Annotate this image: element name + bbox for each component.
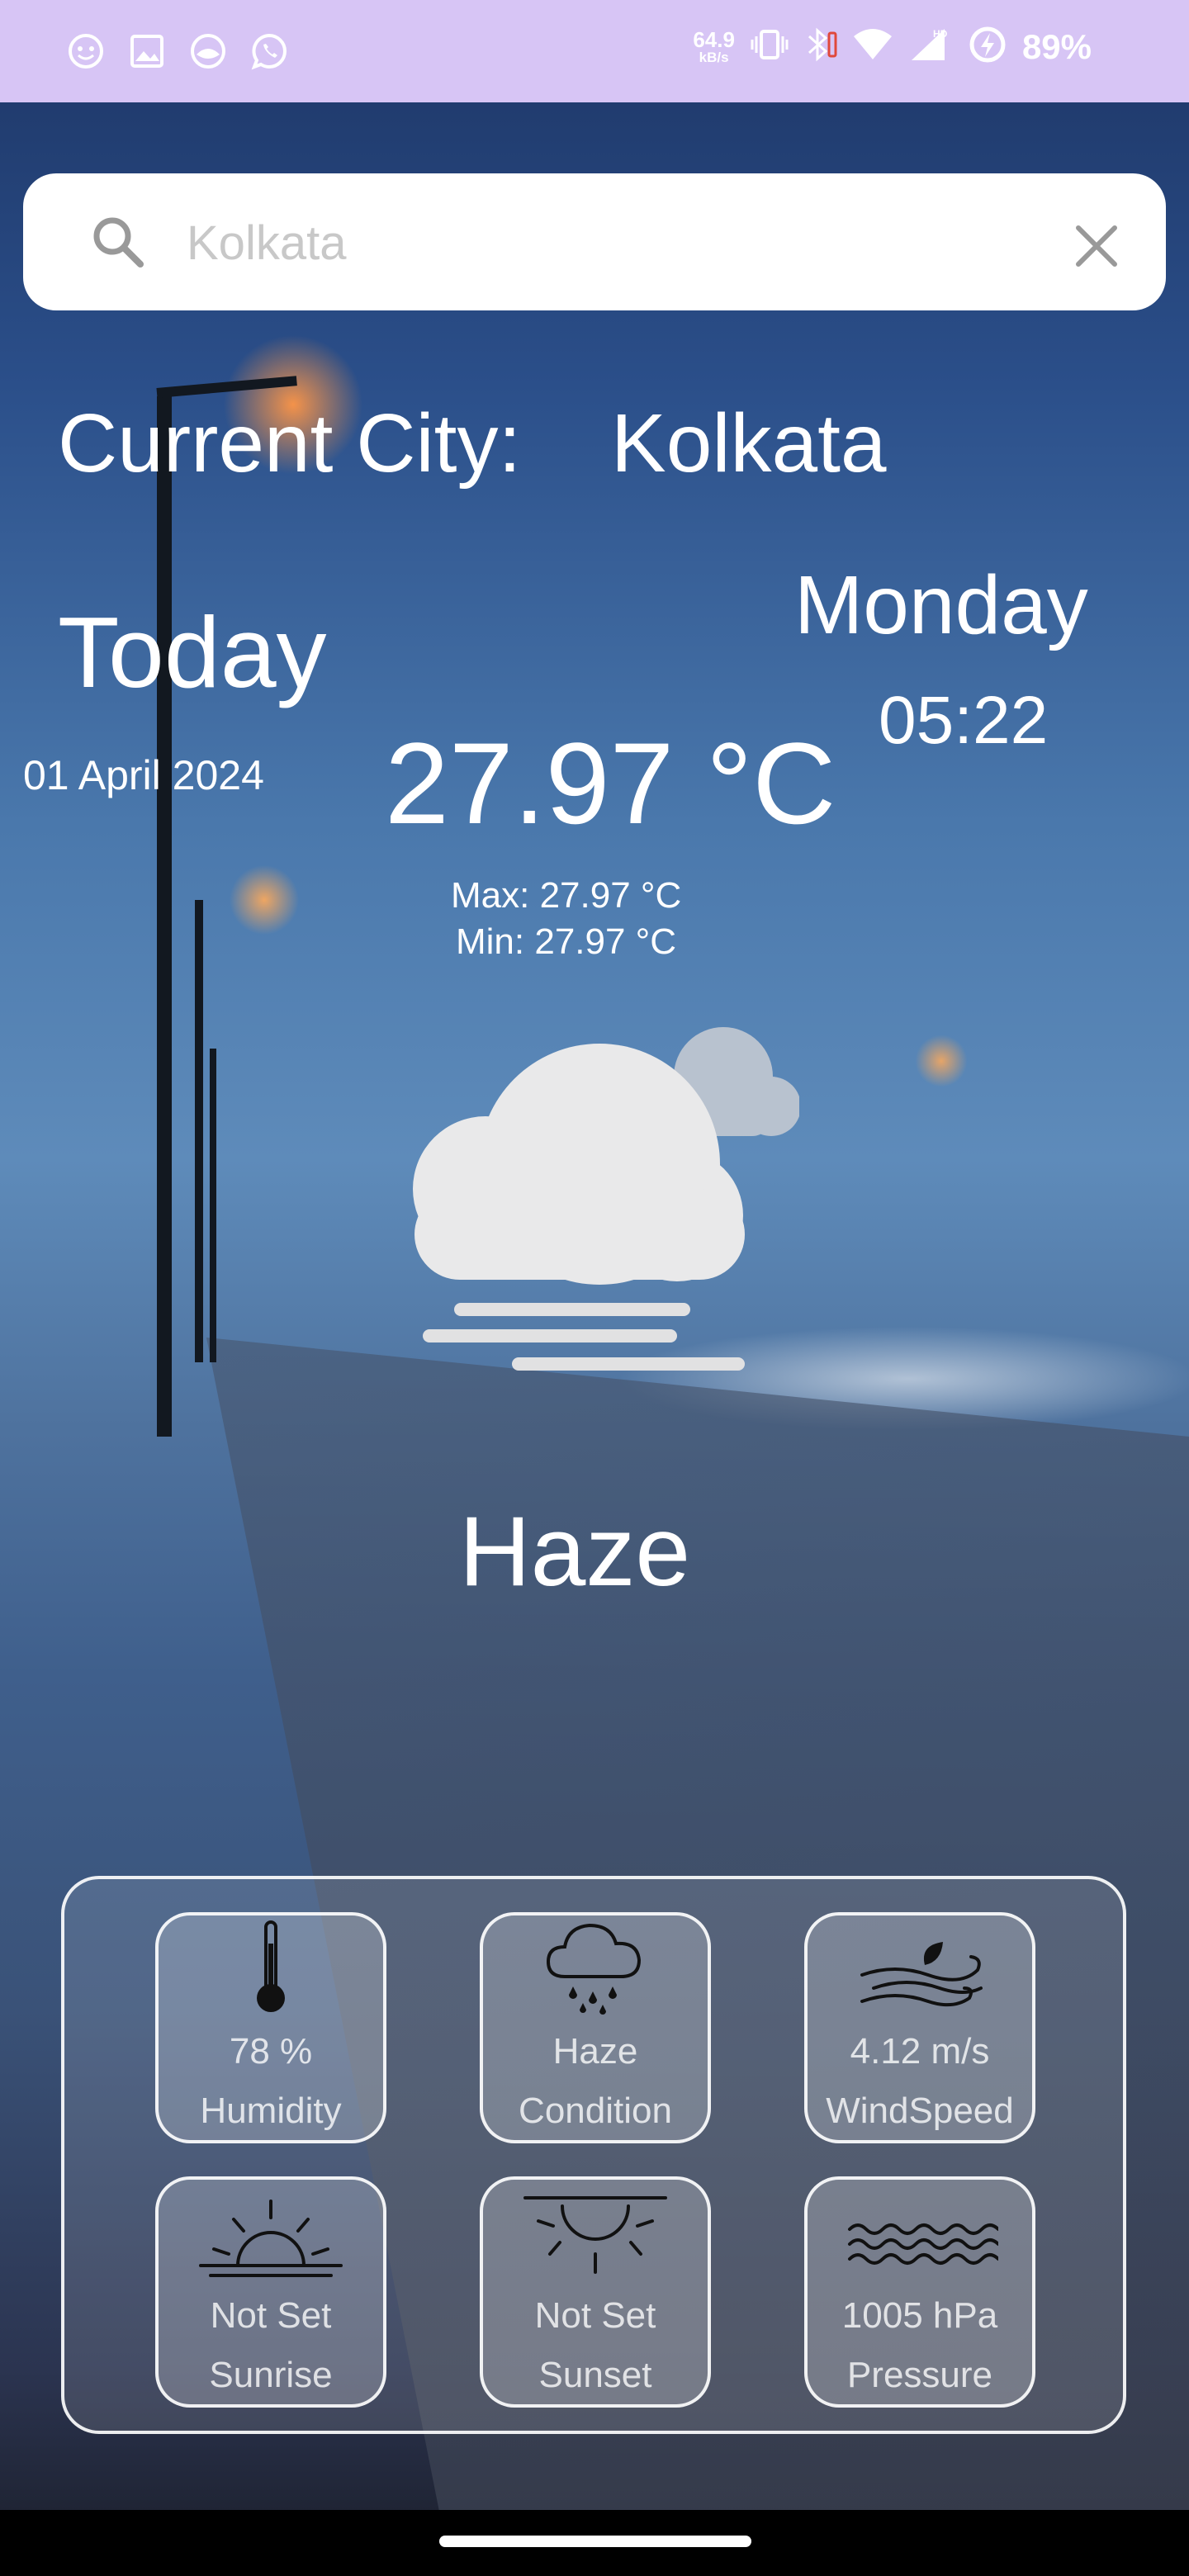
pressure-label: Pressure [846,2355,993,2395]
haze-cloud-icon [370,1024,801,1387]
time-label: 05:22 [879,683,1049,758]
status-bar: 64.9 kB/s HD 89% [0,0,1189,102]
current-city-label: Current City: [58,397,522,490]
condition-label: Condition [519,2091,672,2131]
humidity-value: 78 % [229,2031,313,2072]
face-icon [66,31,106,71]
wind-icon [808,1919,1032,2018]
sunrise-value: Not Set [210,2295,332,2336]
close-icon[interactable] [1072,221,1121,275]
whatsapp-icon [249,31,289,71]
gallery-icon [127,31,167,71]
search-input[interactable] [185,206,1014,279]
windspeed-value: 4.12 m/s [850,2031,990,2072]
search-bar[interactable] [23,173,1166,310]
date-text: 01 April 2024 [23,752,264,798]
weather-details-card: 78 % Humidity Haze Condition 4.12 m/s Wi… [61,1876,1126,2434]
humidity-tile: 78 % Humidity [155,1912,386,2143]
pressure-tile: 1005 hPa Pressure [804,2176,1035,2408]
condition-tile: Haze Condition [480,1912,711,2143]
background-lamp-pole [195,900,203,1362]
sunrise-icon [159,2183,383,2282]
current-city-name: Kolkata [611,397,887,490]
waves-icon [808,2183,1032,2282]
wifi-icon [852,26,893,67]
humidity-label: Humidity [200,2091,342,2131]
app-icon [188,31,228,71]
net-speed: 64.9 kB/s [693,27,735,65]
windspeed-label: WindSpeed [826,2091,1014,2131]
sunrise-label: Sunrise [209,2355,333,2395]
battery-percentage: 89% [1021,26,1092,66]
rain-cloud-icon [483,1919,708,2018]
windspeed-tile: 4.12 m/s WindSpeed [804,1912,1035,2143]
battery-saver-icon [968,25,1007,69]
weekday-label: Monday [794,559,1088,651]
sunset-tile: Not Set Sunset [480,2176,711,2408]
sunset-value: Not Set [534,2295,656,2336]
bluetooth-icon [804,26,837,67]
weather-condition: Haze [459,1496,691,1607]
vibrate-icon [750,26,789,67]
max-temperature: Max: 27.97 °C [451,875,682,916]
search-icon[interactable] [89,213,147,275]
background-lamp-pole [210,1049,216,1362]
min-temperature: Min: 27.97 °C [456,921,677,962]
pressure-value: 1005 hPa [841,2295,998,2336]
today-label: Today [58,596,327,708]
condition-value: Haze [552,2031,638,2072]
temperature-value: 27.97 °C [385,718,836,848]
sunrise-tile: Not Set Sunrise [155,2176,386,2408]
sunset-icon [483,2183,708,2282]
signal-hd-icon: HD [908,26,953,68]
thermometer-icon [159,1919,383,2018]
svg-text:HD: HD [933,28,948,40]
background-lamp-pole [157,396,172,1437]
home-gesture-handle[interactable] [439,2536,751,2547]
sunset-label: Sunset [538,2355,652,2395]
